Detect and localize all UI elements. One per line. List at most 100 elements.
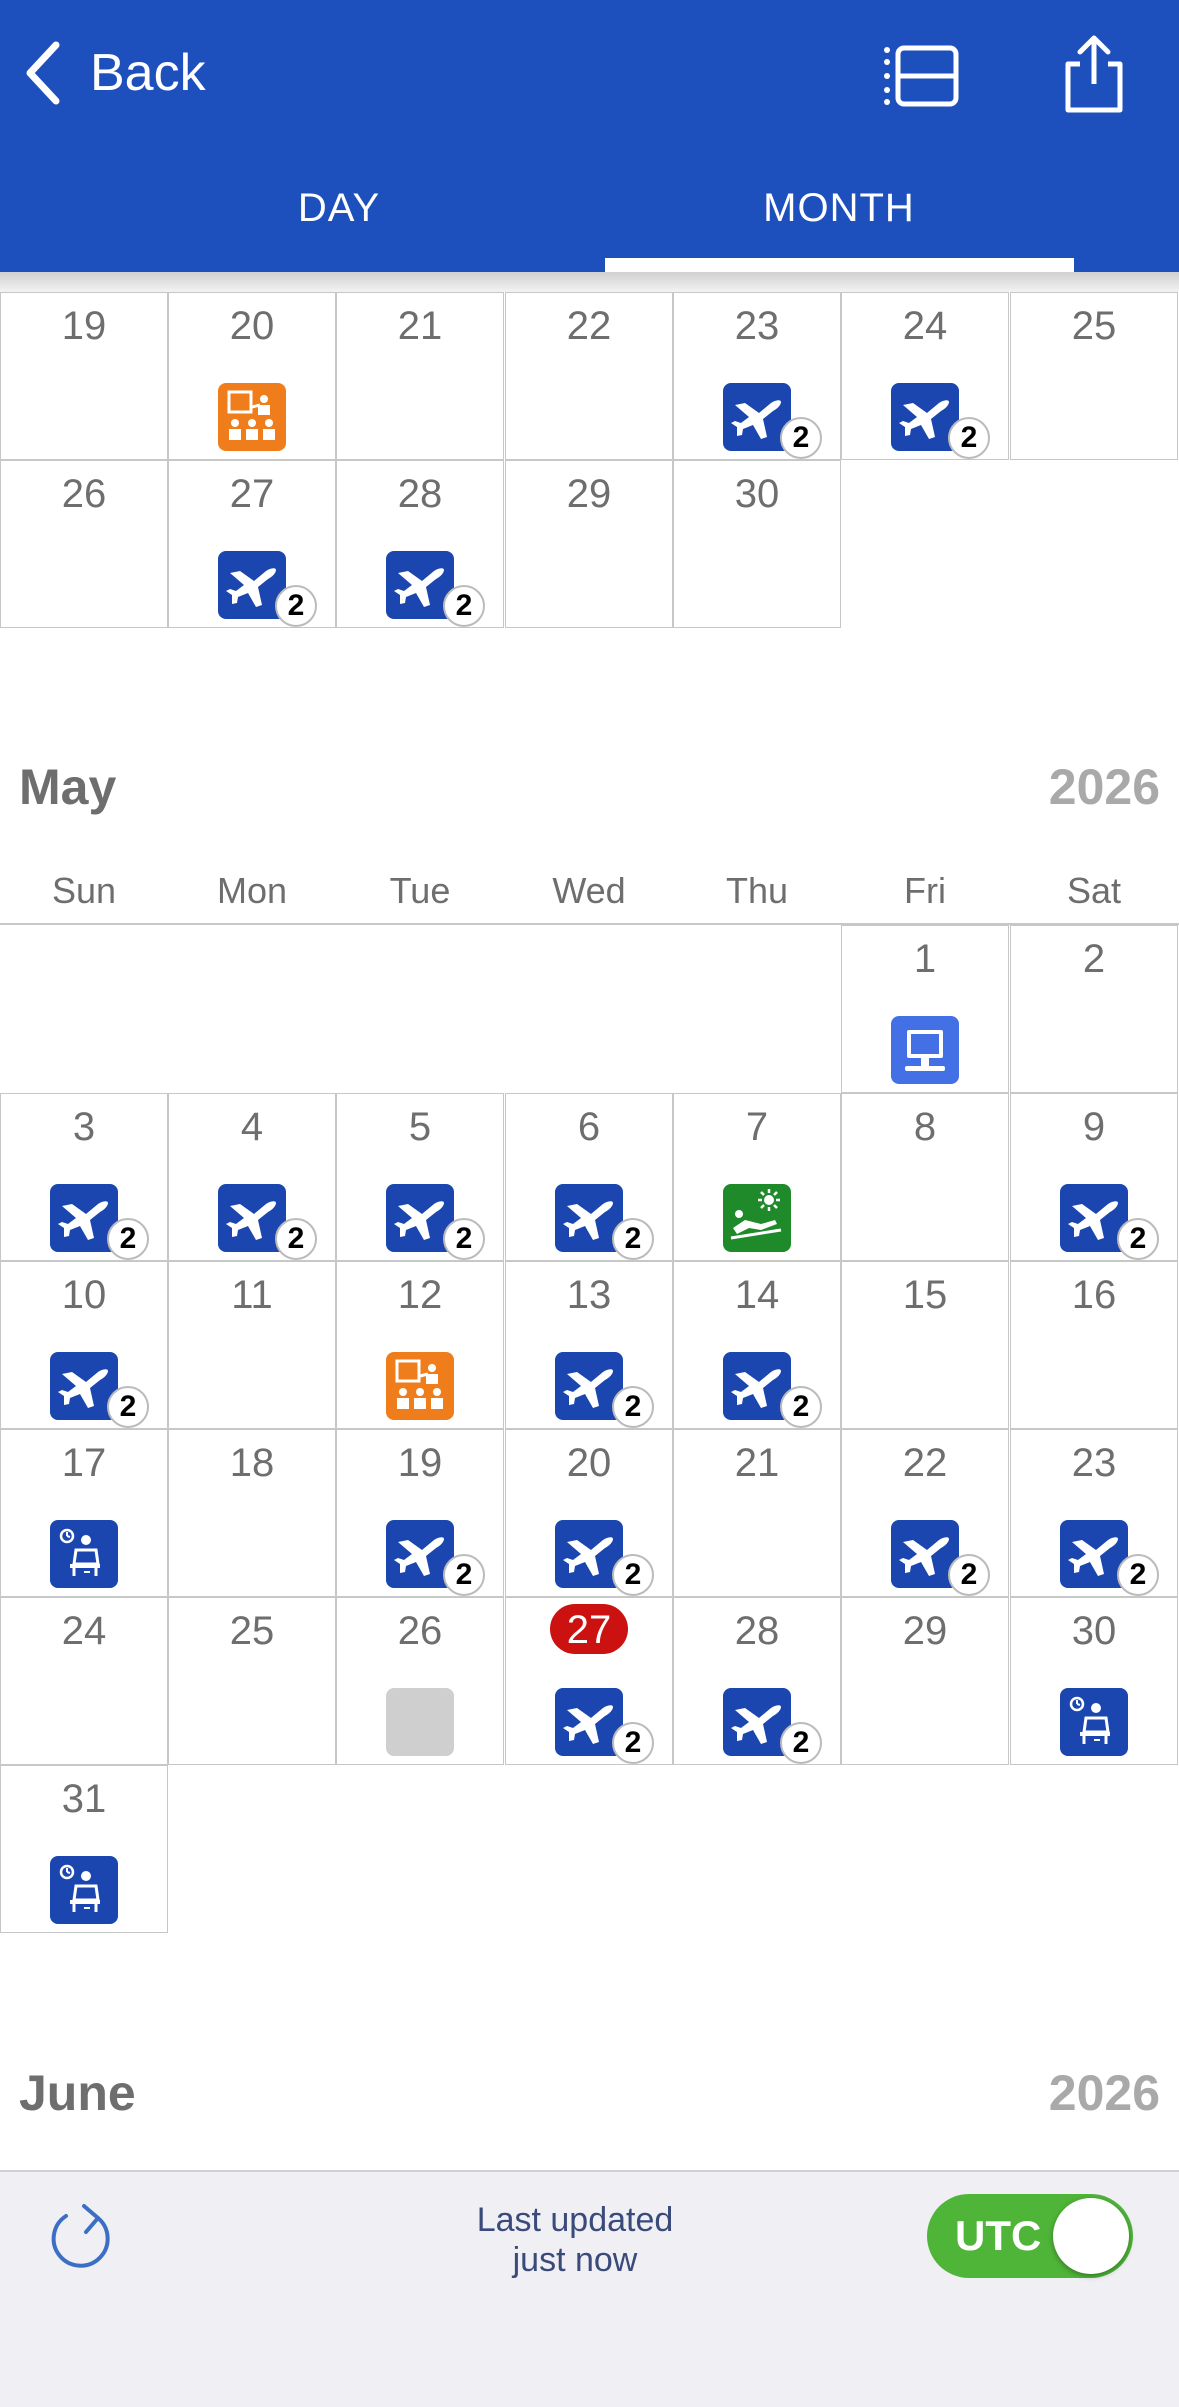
calendar-day-cell[interactable]: 18 (168, 1429, 336, 1597)
calendar-day-cell[interactable]: 24 2 (841, 292, 1009, 460)
event-count-badge: 2 (275, 585, 317, 627)
calendar-day-cell[interactable]: 28 2 (336, 460, 504, 628)
day-number: 21 (397, 304, 443, 348)
calendar-day-cell[interactable]: 28 2 (673, 1597, 841, 1765)
day-number: 25 (1071, 304, 1117, 348)
calendar-day-cell[interactable]: 1 (841, 925, 1009, 1093)
weekday-label: Thu (725, 870, 789, 911)
day-number: 21 (734, 1441, 780, 1485)
tab-day[interactable]: DAY (104, 186, 574, 231)
day-number: 12 (397, 1273, 443, 1317)
day-number: 16 (1071, 1273, 1117, 1317)
calendar-day-cell[interactable]: 10 2 (0, 1261, 168, 1429)
back-label: Back (90, 44, 206, 102)
bottom-status-bar: Last updated just now UTC (0, 2170, 1179, 2407)
calendar-day-cell[interactable]: 29 (505, 460, 673, 628)
calendar-day-cell[interactable]: 23 2 (1010, 1429, 1178, 1597)
day-number: 4 (240, 1105, 264, 1149)
utc-toggle[interactable]: UTC (927, 2194, 1133, 2278)
day-number: 2 (1082, 937, 1106, 981)
calendar-day-cell[interactable]: 32 (0, 1093, 168, 1261)
event-count-badge: 2 (1117, 1554, 1159, 1596)
event-count-badge: 2 (612, 1386, 654, 1428)
list-view-icon[interactable] (882, 40, 962, 112)
training-icon[interactable] (386, 1352, 454, 1420)
calendar-day-cell[interactable]: 23 2 (673, 292, 841, 460)
calendar-day-cell[interactable]: 14 2 (673, 1261, 841, 1429)
standby-icon[interactable] (50, 1856, 118, 1924)
calendar-day-cell[interactable]: 92 (1010, 1093, 1178, 1261)
rest-day-icon[interactable] (723, 1184, 791, 1252)
day-number: 13 (566, 1273, 612, 1317)
calendar-day-cell[interactable]: 27 2 (168, 460, 336, 628)
event-count-badge: 2 (780, 1722, 822, 1764)
event-count-badge: 2 (1117, 1218, 1159, 1260)
calendar-day-cell[interactable]: 26 (336, 1597, 504, 1765)
year-label-june: 2026 (1048, 2065, 1160, 2121)
calendar-day-cell[interactable]: 25 (168, 1597, 336, 1765)
day-number: 5 (408, 1105, 432, 1149)
back-button[interactable]: Back (24, 38, 206, 108)
day-number: 14 (734, 1273, 780, 1317)
calendar-day-cell[interactable]: 11 (168, 1261, 336, 1429)
training-icon[interactable] (218, 383, 286, 451)
day-number: 20 (566, 1441, 612, 1485)
event-count-badge: 2 (107, 1218, 149, 1260)
day-number: 6 (577, 1105, 601, 1149)
calendar-day-cell[interactable]: 20 (168, 292, 336, 460)
day-number: 7 (745, 1105, 769, 1149)
calendar-day-cell[interactable]: 27 2 (505, 1597, 673, 1765)
calendar-day-cell[interactable]: 8 (841, 1093, 1009, 1261)
calendar-day-cell[interactable]: 2 (1010, 925, 1178, 1093)
calendar-day-cell[interactable]: 25 (1010, 292, 1178, 460)
calendar-day-cell[interactable]: 19 2 (336, 1429, 504, 1597)
computer-icon[interactable] (891, 1016, 959, 1084)
day-number: 9 (1082, 1105, 1106, 1149)
standby-icon[interactable] (50, 1520, 118, 1588)
day-number: 24 (61, 1609, 107, 1653)
standby-icon[interactable] (1060, 1688, 1128, 1756)
calendar-day-cell[interactable]: 31 (0, 1765, 168, 1933)
share-icon[interactable] (1054, 34, 1134, 114)
day-number: 22 (566, 304, 612, 348)
day-number: 26 (61, 472, 107, 516)
refresh-icon[interactable] (46, 2202, 118, 2274)
calendar-day-cell[interactable]: 62 (505, 1093, 673, 1261)
calendar-day-cell[interactable]: 20 2 (505, 1429, 673, 1597)
utc-toggle-label: UTC (955, 2212, 1042, 2259)
calendar-day-cell[interactable]: 22 (505, 292, 673, 460)
calendar-day-cell[interactable]: 42 (168, 1093, 336, 1261)
calendar-day-cell[interactable]: 30 (673, 460, 841, 628)
tab-month[interactable]: MONTH (604, 186, 1074, 231)
calendar-day-cell[interactable]: 7 (673, 1093, 841, 1261)
calendar-day-cell[interactable]: 15 (841, 1261, 1009, 1429)
day-number: 29 (902, 1609, 948, 1653)
calendar-day-cell[interactable]: 21 (336, 292, 504, 460)
day-number: 28 (397, 472, 443, 516)
placeholder-icon[interactable] (386, 1688, 454, 1756)
calendar-day-cell[interactable]: 29 (841, 1597, 1009, 1765)
calendar-day-cell[interactable]: 21 (673, 1429, 841, 1597)
day-number: 29 (566, 472, 612, 516)
day-number: 20 (229, 304, 275, 348)
event-count-badge: 2 (107, 1386, 149, 1428)
calendar-day-cell[interactable]: 24 (0, 1597, 168, 1765)
day-number: 27 (229, 472, 275, 516)
calendar-day-cell[interactable]: 12 (336, 1261, 504, 1429)
day-number: 31 (61, 1777, 107, 1821)
calendar-day-cell[interactable]: 26 (0, 460, 168, 628)
calendar-day-cell[interactable]: 30 (1010, 1597, 1178, 1765)
day-number: 10 (61, 1273, 107, 1317)
event-count-badge: 2 (612, 1218, 654, 1260)
calendar-day-cell[interactable]: 19 (0, 292, 168, 460)
calendar-day-cell[interactable]: 17 (0, 1429, 168, 1597)
day-number: 25 (229, 1609, 275, 1653)
event-count-badge: 2 (780, 417, 822, 459)
event-count-badge: 2 (780, 1386, 822, 1428)
calendar-day-cell[interactable]: 22 2 (841, 1429, 1009, 1597)
calendar-day-cell[interactable]: 52 (336, 1093, 504, 1261)
calendar-day-cell[interactable]: 16 (1010, 1261, 1178, 1429)
calendar-day-cell[interactable]: 13 2 (505, 1261, 673, 1429)
view-tabs: DAY MONTH (0, 168, 1179, 272)
day-number: 26 (397, 1609, 443, 1653)
